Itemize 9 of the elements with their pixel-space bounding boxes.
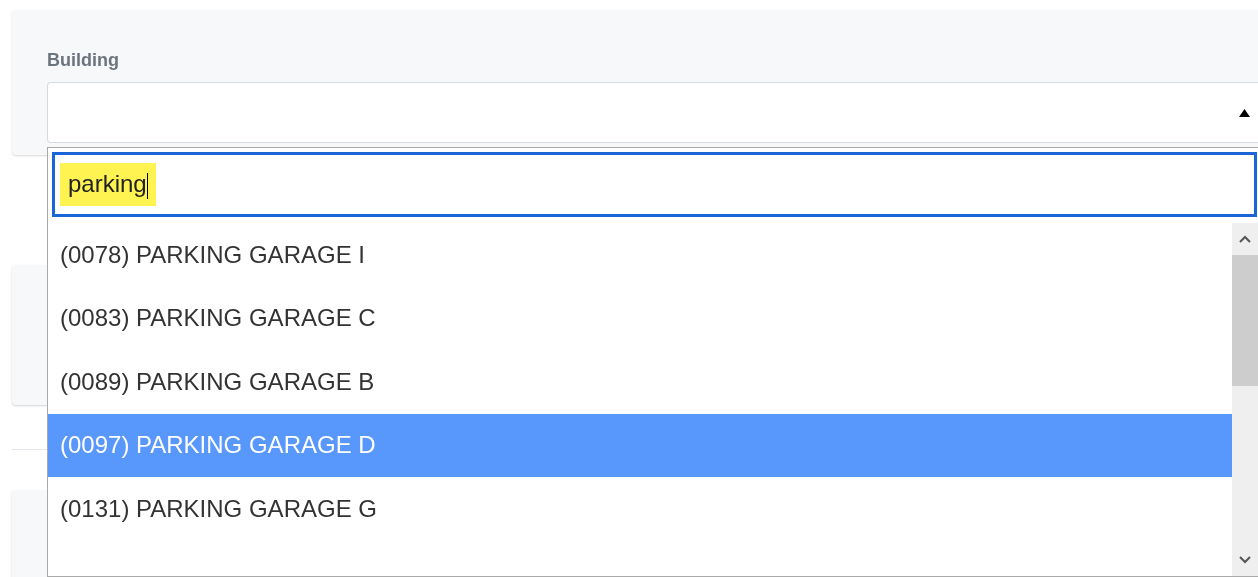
search-field[interactable]: parking — [52, 152, 1257, 217]
dropdown-option[interactable]: (0089) PARKING GARAGE B — [48, 350, 1232, 414]
scrollbar[interactable] — [1232, 223, 1258, 576]
dropdown-option[interactable]: (0078) PARKING GARAGE I — [48, 223, 1232, 287]
dropdown-option[interactable]: (0131) PARKING GARAGE G — [48, 477, 1232, 541]
scroll-thumb[interactable] — [1232, 255, 1258, 386]
dropdown-option[interactable]: (0083) PARKING GARAGE C — [48, 286, 1232, 350]
field-label: Building — [47, 50, 120, 71]
building-select[interactable] — [47, 82, 1258, 143]
